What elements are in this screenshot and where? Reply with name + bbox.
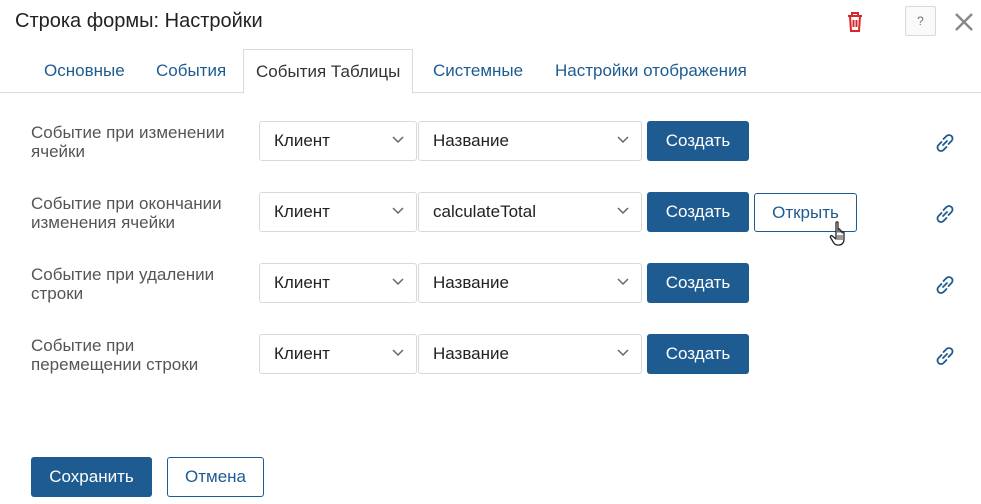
hand-cursor-icon — [829, 221, 845, 246]
create-button[interactable]: Создать — [647, 334, 749, 374]
close-icon[interactable] — [952, 10, 976, 34]
link-icon[interactable] — [933, 344, 957, 368]
side-select-value: Клиент — [274, 344, 330, 363]
link-icon[interactable] — [933, 202, 957, 226]
dialog-title: Строка формы: Настройки — [15, 10, 263, 32]
side-select-value: Клиент — [274, 202, 330, 221]
event-label-cell-change-end: Событие при окончании изменения ячейки — [31, 194, 222, 232]
chevron-down-icon — [617, 349, 629, 357]
side-select[interactable]: Клиент — [259, 192, 417, 232]
event-label-row-delete: Событие при удалении строки — [31, 265, 215, 303]
link-icon[interactable] — [933, 131, 957, 155]
script-select[interactable]: Название — [418, 263, 642, 303]
tab-events[interactable]: События — [156, 49, 226, 93]
chevron-down-icon — [392, 349, 404, 357]
tab-system[interactable]: Системные — [433, 49, 523, 93]
cancel-button[interactable]: Отмена — [167, 457, 264, 497]
help-icon: ? — [917, 14, 924, 28]
side-select[interactable]: Клиент — [259, 121, 417, 161]
chevron-down-icon — [617, 136, 629, 144]
side-select[interactable]: Клиент — [259, 263, 417, 303]
script-select-value: Название — [433, 344, 509, 363]
trash-icon[interactable] — [845, 10, 865, 34]
script-select-value: Название — [433, 131, 509, 150]
create-button[interactable]: Создать — [647, 121, 749, 161]
script-select[interactable]: Название — [418, 121, 642, 161]
chevron-down-icon — [617, 207, 629, 215]
event-label-cell-change: Событие при изменении ячейки — [31, 123, 225, 161]
script-select-value: Название — [433, 273, 509, 292]
create-button[interactable]: Создать — [647, 263, 749, 303]
create-button[interactable]: Создать — [647, 192, 749, 232]
chevron-down-icon — [392, 136, 404, 144]
script-select[interactable]: Название — [418, 334, 642, 374]
chevron-down-icon — [617, 278, 629, 286]
side-select[interactable]: Клиент — [259, 334, 417, 374]
link-icon[interactable] — [933, 273, 957, 297]
chevron-down-icon — [392, 278, 404, 286]
tab-main[interactable]: Основные — [44, 49, 125, 93]
side-select-value: Клиент — [274, 273, 330, 292]
chevron-down-icon — [392, 207, 404, 215]
tab-bar: Основные События События Таблицы Системн… — [0, 49, 981, 94]
save-button[interactable]: Сохранить — [31, 457, 152, 497]
script-select-value: calculateTotal — [433, 202, 537, 221]
tab-display-settings[interactable]: Настройки отображения — [555, 49, 747, 93]
script-select[interactable]: calculateTotal — [418, 192, 642, 232]
tab-table-events[interactable]: События Таблицы — [243, 49, 414, 94]
side-select-value: Клиент — [274, 131, 330, 150]
event-label-row-move: Событие при перемещении строки — [31, 336, 199, 374]
help-button[interactable]: ? — [905, 6, 936, 36]
